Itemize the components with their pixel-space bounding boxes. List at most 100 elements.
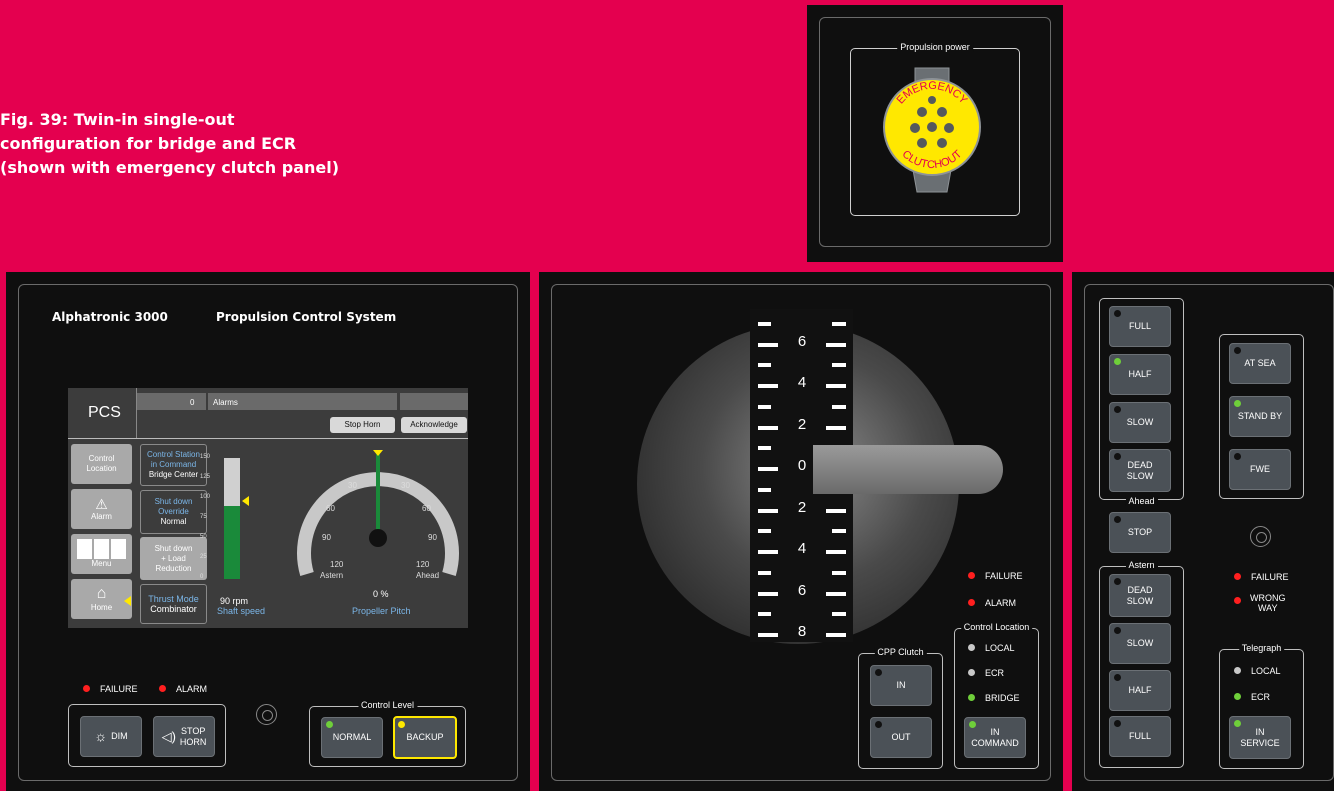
- caption-line-3: (shown with emergency clutch panel): [0, 158, 340, 177]
- override-line2: Override: [158, 507, 189, 516]
- in-service-line1: IN: [1255, 726, 1265, 737]
- scale-number: 6: [797, 332, 807, 350]
- acknowledge-label: Acknowledge: [410, 420, 458, 429]
- screen-stop-horn-button[interactable]: Stop Horn: [330, 417, 395, 433]
- telegraph-local-led: [1234, 667, 1241, 674]
- astern-half-led: [1114, 674, 1121, 681]
- local-led: [968, 644, 975, 651]
- gauge-tick-120-left: 120: [330, 560, 344, 569]
- stand-by-label: STAND BY: [1237, 411, 1283, 421]
- telegraph-ecr-label: ECR: [1251, 692, 1271, 702]
- in-command-led: [969, 721, 976, 728]
- stop-horn-line2: HORN: [179, 736, 207, 747]
- scale-number: 4: [797, 540, 807, 557]
- figure-caption: Fig. 39: Twin-in single-out configuratio…: [0, 108, 420, 180]
- scale-dash-major: [826, 425, 846, 430]
- scale-dash-minor: [758, 446, 771, 451]
- nav-menu-label: Menu: [91, 559, 112, 568]
- screen-title: PCS: [88, 404, 121, 421]
- propulsion-power-label: Propulsion power: [897, 42, 973, 52]
- ahead-label: Ahead: [1125, 496, 1158, 506]
- middle-alarm-label: ALARM: [985, 598, 1017, 608]
- shaft-setpoint-marker: [242, 496, 249, 506]
- scale-dash-major: [758, 508, 778, 513]
- caption-line-1: Fig. 39: Twin-in single-out: [0, 110, 235, 129]
- right-dimmer-knob[interactable]: [1250, 526, 1271, 547]
- astern-dead-line2: SLOW: [1126, 595, 1154, 606]
- shutdown-override-button[interactable]: Shut down Override Normal: [140, 490, 207, 534]
- menu-grid-icon: [77, 539, 126, 559]
- nav-control-location-line2: Location: [86, 464, 117, 473]
- backup-led: [398, 721, 405, 728]
- pitch-label: Propeller Pitch: [352, 606, 411, 616]
- dim-button[interactable]: ☼ DIM: [80, 716, 142, 757]
- thrust-line1: Thrust Mode: [148, 594, 199, 604]
- scale-dash-minor: [758, 570, 771, 575]
- caption-line-2: configuration for bridge and ECR: [0, 134, 297, 153]
- ahead-dead-line2: SLOW: [1126, 470, 1154, 481]
- ahead-slow-led: [1114, 406, 1121, 413]
- shaft-tick-50: 50: [200, 534, 207, 540]
- middle-lever-panel: 864202468 FAILURE ALARM CPP Clutch IN OU…: [539, 272, 1063, 791]
- shutdown-load-reduction-button[interactable]: Shut down + Load Reduction: [140, 537, 207, 580]
- at-sea-led: [1234, 347, 1241, 354]
- ahead-full-led: [1114, 310, 1121, 317]
- load-line1: Shut down: [154, 543, 193, 553]
- scale-dash-major: [826, 384, 846, 388]
- dim-label: DIM: [111, 731, 128, 741]
- middle-failure-label: FAILURE: [985, 571, 1023, 581]
- right-failure-label: FAILURE: [1251, 572, 1289, 582]
- astern-full-label: FULL: [1128, 731, 1151, 741]
- alarm-label: ALARM: [176, 684, 208, 694]
- scale-dash-major: [826, 508, 846, 513]
- load-line2: + Load: [161, 553, 186, 563]
- clutch-out-label: OUT: [891, 732, 911, 742]
- telegraph-local-label: LOCAL: [1251, 666, 1281, 676]
- stop-horn-button[interactable]: ◁) STOP HORN: [153, 716, 215, 757]
- scale-dash-major: [758, 425, 778, 430]
- shaft-tick-150: 150: [200, 454, 211, 460]
- screen-stop-horn-label: Stop Horn: [344, 420, 381, 429]
- ahead-slow-label: SLOW: [1126, 417, 1154, 427]
- lever-handle[interactable]: [813, 445, 1003, 494]
- scale-dash-minor: [758, 404, 771, 409]
- scale-dash-minor: [832, 363, 846, 368]
- nav-menu[interactable]: Menu: [71, 534, 132, 574]
- override-line3: Normal: [160, 517, 187, 526]
- nav-alarm[interactable]: ⚠ Alarm: [71, 489, 132, 529]
- stand-by-led: [1234, 400, 1241, 407]
- astern-label: Astern: [1125, 560, 1158, 570]
- ahead-half-label: HALF: [1128, 369, 1152, 379]
- gauge-tick-90-right: 90: [428, 533, 437, 542]
- acknowledge-button[interactable]: Acknowledge: [401, 417, 467, 433]
- load-line3: Reduction: [155, 563, 192, 573]
- wrong-way-led: [1234, 597, 1241, 604]
- in-service-led: [1234, 720, 1241, 727]
- scale-dash-minor: [758, 487, 771, 492]
- ahead-half-led: [1114, 358, 1121, 365]
- ahead-dead-line1: DEAD: [1127, 459, 1153, 470]
- dimmer-knob[interactable]: [256, 704, 277, 725]
- scale-dash-major: [758, 384, 778, 388]
- scale-number: 2: [797, 415, 807, 433]
- ahead-label: Ahead: [416, 571, 440, 580]
- wrong-way-line2: WAY: [1258, 603, 1278, 613]
- local-label: LOCAL: [985, 643, 1015, 653]
- nav-control-location[interactable]: Control Location: [71, 444, 132, 484]
- clutch-in-label: IN: [896, 680, 906, 690]
- emergency-clutch-button[interactable]: EMERGENCY CLUTCHOUT: [877, 60, 987, 200]
- alarms-label: Alarms: [213, 398, 238, 407]
- ecr-led: [968, 669, 975, 676]
- shaft-speed-label: Shaft speed: [217, 606, 266, 616]
- nav-home[interactable]: ⌂ Home: [71, 579, 132, 619]
- system-label: Propulsion Control System: [216, 310, 397, 324]
- shaft-tick-25: 25: [200, 554, 207, 560]
- gauge-tick-60-left: 60: [326, 504, 335, 513]
- scale-dash-minor: [758, 321, 771, 326]
- shaft-speed-value: 90 rpm: [220, 596, 249, 606]
- thrust-mode-button[interactable]: Thrust Mode Combinator: [140, 584, 207, 624]
- scale-dash-major: [826, 633, 846, 637]
- clutch-out-led: [875, 721, 882, 728]
- clutch-in-led: [875, 669, 882, 676]
- bridge-led: [968, 694, 975, 701]
